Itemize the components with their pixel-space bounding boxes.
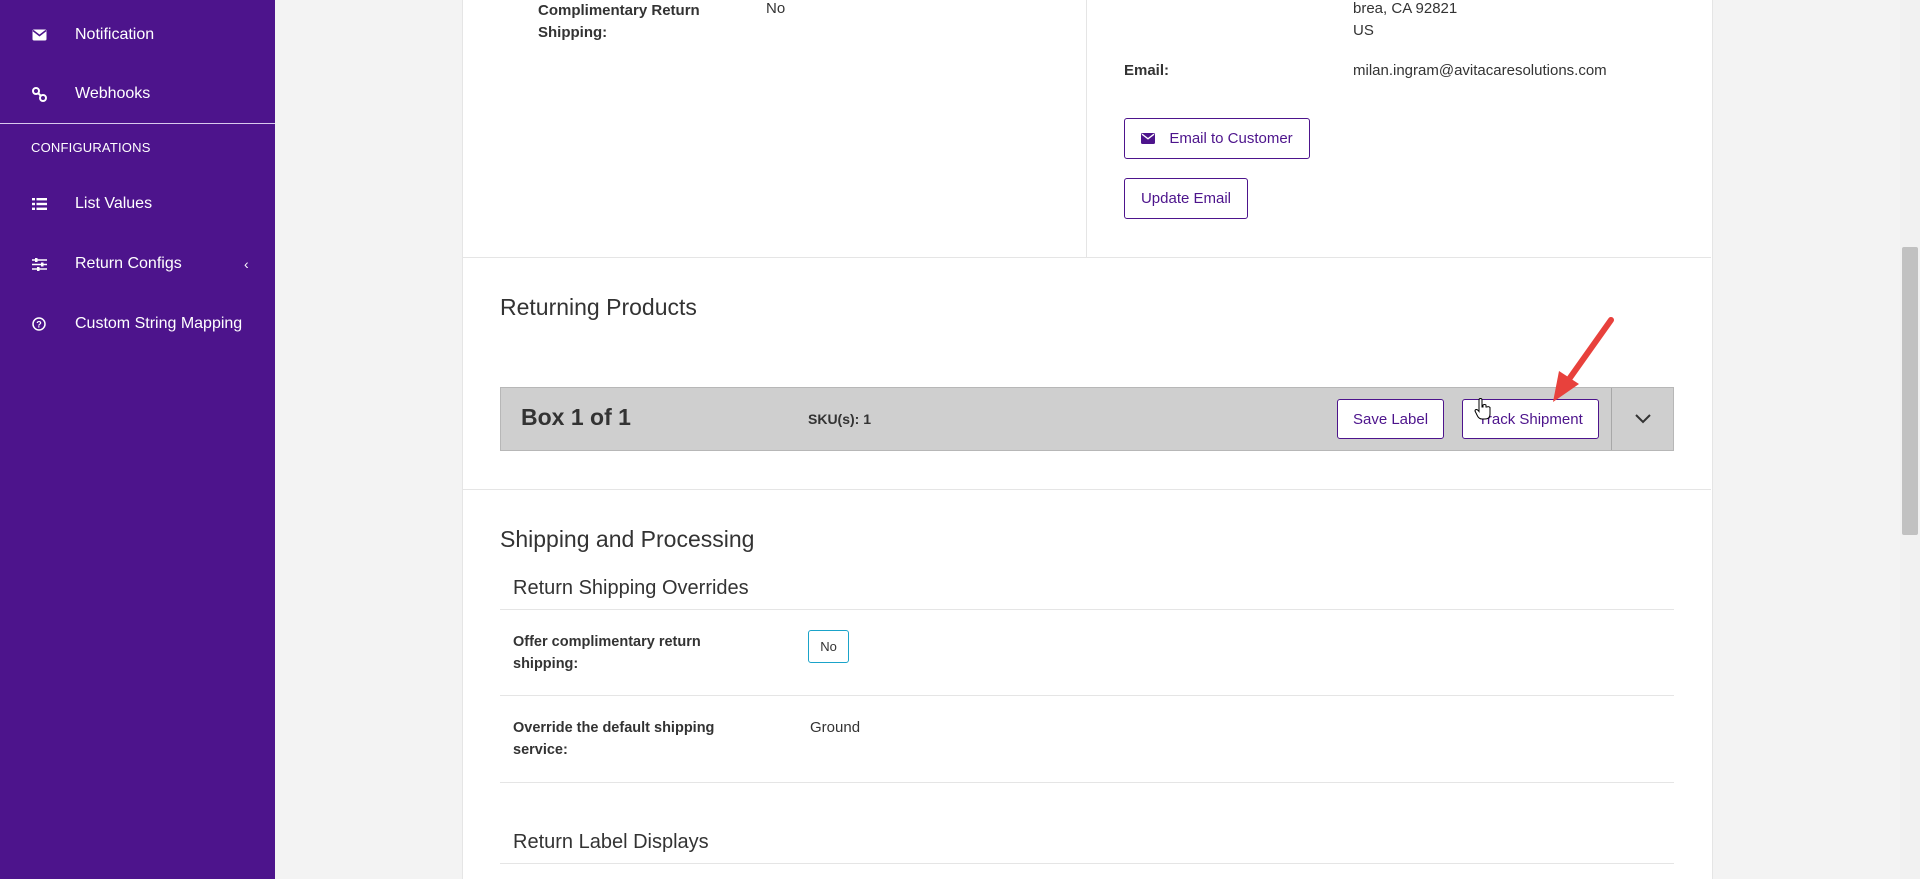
override-shipping-label: Override the default shipping service: bbox=[513, 720, 715, 758]
sidebar: Notification Webhooks CONFIGURATIONS Lis… bbox=[0, 0, 275, 879]
address-line-1: brea, CA 92821 bbox=[1353, 0, 1458, 17]
link-icon bbox=[31, 86, 47, 102]
chevron-left-icon: ‹ bbox=[244, 256, 249, 272]
row-divider bbox=[500, 695, 1674, 696]
offer-complimentary-toggle[interactable]: No bbox=[808, 630, 849, 663]
column-divider bbox=[1086, 0, 1087, 257]
email-label: Email: bbox=[1124, 62, 1170, 79]
annotation-arrow-icon bbox=[1553, 317, 1614, 402]
envelope-icon bbox=[31, 27, 47, 43]
return-label-displays-title: Return Label Displays bbox=[513, 831, 709, 853]
email-to-customer-label: Email to Customer bbox=[1169, 130, 1293, 147]
question-circle-icon: ? bbox=[31, 316, 47, 332]
save-label-button[interactable]: Save Label bbox=[1337, 399, 1444, 439]
sidebar-item-label: List Values bbox=[75, 195, 153, 212]
email-to-customer-button[interactable]: Email to Customer bbox=[1124, 118, 1310, 159]
sidebar-section-title: CONFIGURATIONS bbox=[31, 140, 151, 155]
list-icon bbox=[31, 196, 47, 212]
scrollbar-thumb[interactable] bbox=[1902, 247, 1918, 535]
hand-cursor-icon bbox=[1474, 398, 1491, 420]
sliders-icon bbox=[31, 256, 47, 272]
sidebar-item-label: Webhooks bbox=[75, 85, 151, 102]
envelope-icon bbox=[1141, 133, 1156, 144]
row-divider bbox=[500, 863, 1674, 864]
row-divider bbox=[500, 782, 1674, 783]
row-divider bbox=[500, 609, 1674, 610]
chevron-down-icon bbox=[1634, 414, 1651, 424]
svg-text:?: ? bbox=[36, 320, 42, 330]
section-divider bbox=[462, 257, 1711, 258]
override-shipping-value: Ground bbox=[810, 719, 861, 736]
sidebar-divider bbox=[0, 123, 275, 124]
offer-complimentary-label: Offer complimentary return shipping: bbox=[513, 634, 701, 672]
sidebar-item-list-values[interactable]: List Values bbox=[0, 184, 275, 224]
box-panel-header: Box 1 of 1 SKU(s): 1 Save Label Track Sh… bbox=[500, 387, 1674, 451]
returning-products-title: Returning Products bbox=[500, 294, 697, 320]
sidebar-item-notification[interactable]: Notification bbox=[0, 15, 275, 55]
section-divider bbox=[462, 489, 1711, 490]
sidebar-item-label: Custom String Mapping bbox=[75, 315, 243, 332]
sidebar-item-label: Return Configs bbox=[75, 255, 182, 272]
sku-count: SKU(s): 1 bbox=[808, 411, 872, 427]
sidebar-item-label: Notification bbox=[75, 26, 155, 43]
sidebar-item-return-configs[interactable]: Return Configs ‹ bbox=[0, 244, 275, 284]
expand-toggle-button[interactable] bbox=[1612, 388, 1673, 450]
update-email-button[interactable]: Update Email bbox=[1124, 178, 1248, 219]
address-line-2: US bbox=[1353, 22, 1374, 39]
sidebar-item-webhooks[interactable]: Webhooks bbox=[0, 74, 275, 114]
complimentary-return-value: No bbox=[766, 0, 786, 17]
return-shipping-overrides-title: Return Shipping Overrides bbox=[513, 577, 749, 599]
sidebar-item-custom-string-mapping[interactable]: ? Custom String Mapping bbox=[0, 304, 275, 344]
box-title: Box 1 of 1 bbox=[521, 404, 631, 430]
email-value: milan.ingram@avitacaresolutions.com bbox=[1353, 62, 1607, 79]
complimentary-return-label: Complimentary Return Shipping: bbox=[538, 2, 700, 41]
shipping-processing-title: Shipping and Processing bbox=[500, 526, 755, 552]
